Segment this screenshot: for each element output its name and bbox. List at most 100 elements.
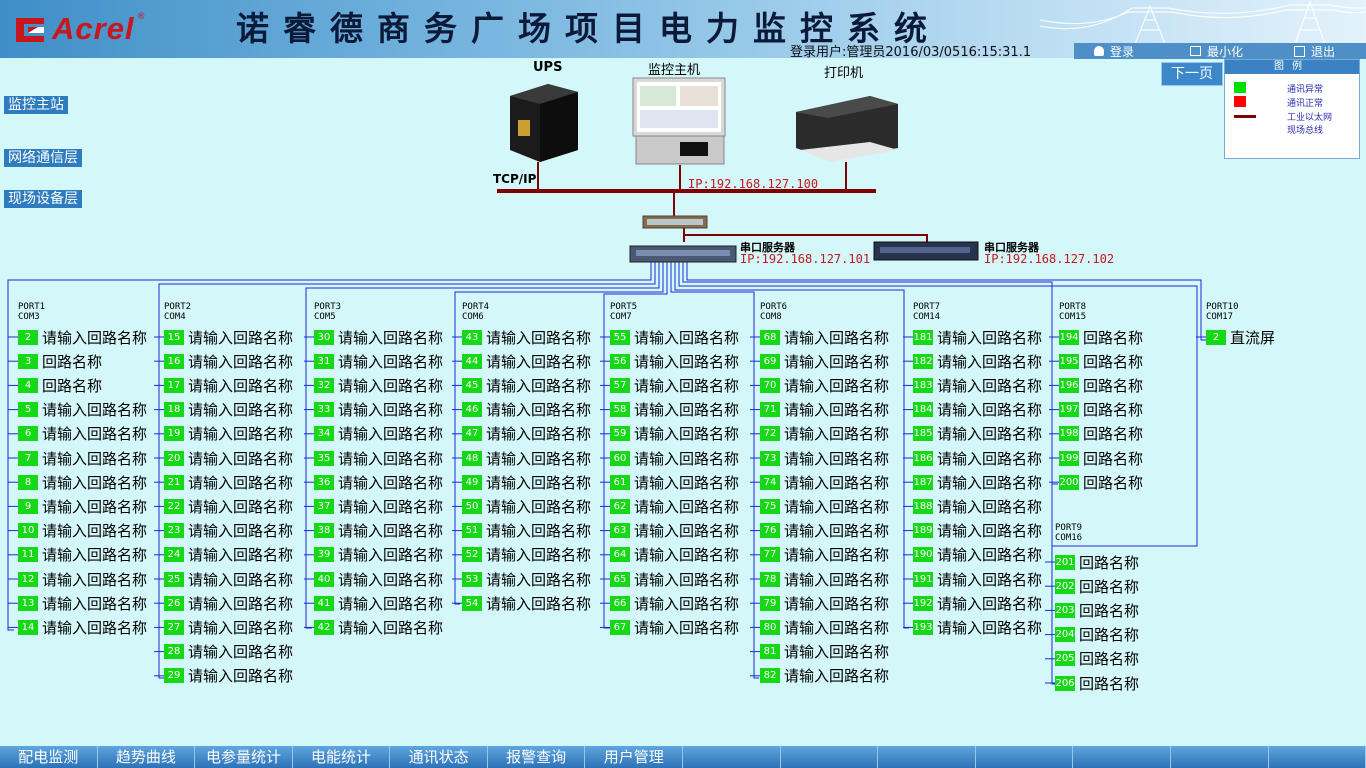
device-row[interactable]: 47 请输入回路名称 — [462, 424, 591, 444]
device-row[interactable]: 62 请输入回路名称 — [610, 496, 739, 516]
device-name[interactable]: 请输入回路名称 — [486, 544, 591, 565]
device-name[interactable]: 请输入回路名称 — [634, 593, 739, 614]
device-name[interactable]: 请输入回路名称 — [188, 351, 293, 372]
device-row[interactable]: 184 请输入回路名称 — [913, 400, 1042, 420]
device-name[interactable]: 请输入回路名称 — [42, 520, 147, 541]
bottom-tab[interactable]: 用户管理 — [585, 746, 684, 768]
device-row[interactable]: 30 请输入回路名称 — [314, 327, 443, 347]
device-address-badge[interactable]: 49 — [462, 474, 482, 490]
device-name[interactable]: 请输入回路名称 — [937, 351, 1042, 372]
device-row[interactable]: 196 回路名称 — [1059, 375, 1143, 395]
device-address-badge[interactable]: 22 — [164, 498, 184, 514]
device-name[interactable]: 请输入回路名称 — [784, 569, 889, 590]
device-address-badge[interactable]: 25 — [164, 571, 184, 587]
device-row[interactable]: 2 请输入回路名称 — [18, 327, 147, 347]
device-name[interactable]: 请输入回路名称 — [784, 641, 889, 662]
device-row[interactable]: 33 请输入回路名称 — [314, 400, 443, 420]
device-name[interactable]: 请输入回路名称 — [486, 423, 591, 444]
device-name[interactable]: 回路名称 — [42, 351, 102, 372]
device-row[interactable]: 75 请输入回路名称 — [760, 496, 889, 516]
device-row[interactable]: 64 请输入回路名称 — [610, 545, 739, 565]
device-name[interactable]: 请输入回路名称 — [486, 520, 591, 541]
device-row[interactable]: 19 请输入回路名称 — [164, 424, 293, 444]
device-row[interactable]: 23 请输入回路名称 — [164, 521, 293, 541]
device-name[interactable]: 请输入回路名称 — [188, 423, 293, 444]
device-row[interactable]: 193 请输入回路名称 — [913, 617, 1042, 637]
device-address-badge[interactable]: 204 — [1055, 627, 1075, 643]
device-name[interactable]: 请输入回路名称 — [338, 520, 443, 541]
device-address-badge[interactable]: 10 — [18, 523, 38, 539]
device-address-badge[interactable]: 55 — [610, 329, 630, 345]
device-name[interactable]: 请输入回路名称 — [338, 375, 443, 396]
device-name[interactable]: 请输入回路名称 — [42, 569, 147, 590]
device-name[interactable]: 请输入回路名称 — [784, 448, 889, 469]
device-address-badge[interactable]: 12 — [18, 571, 38, 587]
device-address-badge[interactable]: 76 — [760, 523, 780, 539]
device-address-badge[interactable]: 57 — [610, 377, 630, 393]
device-name[interactable]: 请输入回路名称 — [188, 544, 293, 565]
bottom-tab[interactable] — [683, 746, 781, 768]
device-row[interactable]: 32 请输入回路名称 — [314, 375, 443, 395]
device-address-badge[interactable]: 202 — [1055, 578, 1075, 594]
bottom-tab[interactable]: 电参量统计 — [195, 746, 293, 768]
device-row[interactable]: 48 请输入回路名称 — [462, 448, 591, 468]
device-row[interactable]: 63 请输入回路名称 — [610, 521, 739, 541]
device-address-badge[interactable]: 68 — [760, 329, 780, 345]
device-name[interactable]: 请输入回路名称 — [188, 617, 293, 638]
device-name[interactable]: 请输入回路名称 — [784, 399, 889, 420]
device-name[interactable]: 请输入回路名称 — [634, 351, 739, 372]
device-address-badge[interactable]: 183 — [913, 377, 933, 393]
device-name[interactable]: 请输入回路名称 — [42, 472, 147, 493]
device-name[interactable]: 请输入回路名称 — [937, 327, 1042, 348]
device-row[interactable]: 53 请输入回路名称 — [462, 569, 591, 589]
device-address-badge[interactable]: 72 — [760, 426, 780, 442]
device-name[interactable]: 请输入回路名称 — [784, 327, 889, 348]
device-address-badge[interactable]: 33 — [314, 402, 334, 418]
device-address-badge[interactable]: 41 — [314, 595, 334, 611]
device-row[interactable]: 198 回路名称 — [1059, 424, 1143, 444]
device-address-badge[interactable]: 39 — [314, 547, 334, 563]
device-address-badge[interactable]: 51 — [462, 523, 482, 539]
device-row[interactable]: 71 请输入回路名称 — [760, 400, 889, 420]
device-row[interactable]: 31 请输入回路名称 — [314, 351, 443, 371]
device-row[interactable]: 81 请输入回路名称 — [760, 642, 889, 662]
device-name[interactable]: 请输入回路名称 — [188, 327, 293, 348]
device-row[interactable]: 17 请输入回路名称 — [164, 375, 293, 395]
device-address-badge[interactable]: 14 — [18, 619, 38, 635]
device-row[interactable]: 34 请输入回路名称 — [314, 424, 443, 444]
device-row[interactable]: 45 请输入回路名称 — [462, 375, 591, 395]
device-row[interactable]: 199 回路名称 — [1059, 448, 1143, 468]
device-row[interactable]: 49 请输入回路名称 — [462, 472, 591, 492]
device-row[interactable]: 181 请输入回路名称 — [913, 327, 1042, 347]
device-row[interactable]: 202 回路名称 — [1055, 576, 1139, 596]
device-row[interactable]: 38 请输入回路名称 — [314, 521, 443, 541]
device-address-badge[interactable]: 181 — [913, 329, 933, 345]
device-row[interactable]: 72 请输入回路名称 — [760, 424, 889, 444]
device-row[interactable]: 42 请输入回路名称 — [314, 617, 443, 637]
device-row[interactable]: 39 请输入回路名称 — [314, 545, 443, 565]
device-row[interactable]: 2 直流屏 — [1206, 327, 1275, 347]
device-row[interactable]: 194 回路名称 — [1059, 327, 1143, 347]
device-row[interactable]: 195 回路名称 — [1059, 351, 1143, 371]
device-name[interactable]: 请输入回路名称 — [338, 423, 443, 444]
device-address-badge[interactable]: 199 — [1059, 450, 1079, 466]
device-row[interactable]: 74 请输入回路名称 — [760, 472, 889, 492]
device-name[interactable]: 请输入回路名称 — [634, 544, 739, 565]
device-name[interactable]: 请输入回路名称 — [486, 375, 591, 396]
device-name[interactable]: 请输入回路名称 — [188, 641, 293, 662]
device-address-badge[interactable]: 192 — [913, 595, 933, 611]
device-address-badge[interactable]: 203 — [1055, 602, 1075, 618]
device-address-badge[interactable]: 7 — [18, 450, 38, 466]
bottom-tab[interactable]: 电能统计 — [293, 746, 391, 768]
device-address-badge[interactable]: 193 — [913, 619, 933, 635]
device-name[interactable]: 请输入回路名称 — [338, 399, 443, 420]
device-address-badge[interactable]: 3 — [18, 353, 38, 369]
device-row[interactable]: 52 请输入回路名称 — [462, 545, 591, 565]
device-address-badge[interactable]: 18 — [164, 402, 184, 418]
device-name[interactable]: 请输入回路名称 — [634, 496, 739, 517]
device-name[interactable]: 请输入回路名称 — [188, 472, 293, 493]
device-row[interactable]: 57 请输入回路名称 — [610, 375, 739, 395]
device-name[interactable]: 直流屏 — [1230, 327, 1275, 348]
device-name[interactable]: 请输入回路名称 — [188, 665, 293, 686]
device-address-badge[interactable]: 61 — [610, 474, 630, 490]
